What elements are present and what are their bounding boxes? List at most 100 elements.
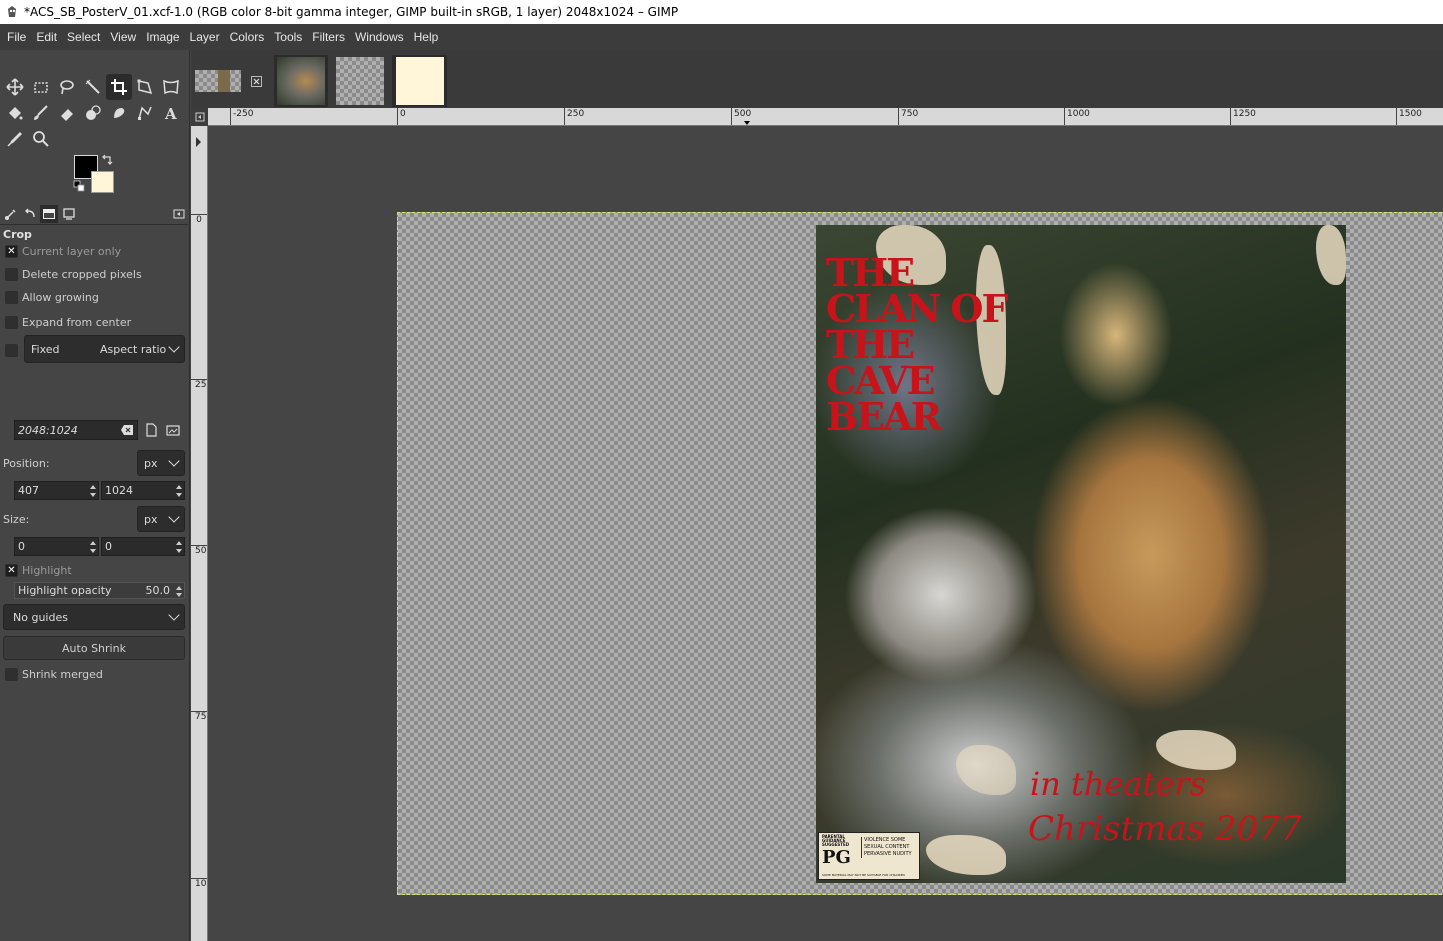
default-colors-icon[interactable] [73, 180, 85, 192]
zoom-tool-icon[interactable] [28, 126, 54, 152]
configure-dock-icon[interactable] [170, 205, 188, 223]
background-color-swatch[interactable] [91, 171, 114, 193]
expand-center-checkbox[interactable] [5, 316, 18, 329]
tool-options-tab-icon[interactable] [2, 205, 20, 223]
spin-arrows-icon[interactable] [88, 539, 97, 555]
current-layer-only-checkbox[interactable]: ✕ [5, 245, 18, 258]
ruler-label: 1250 [1233, 109, 1256, 119]
menu-image[interactable]: Image [141, 30, 184, 44]
position-x-input[interactable]: 407 [14, 481, 99, 500]
title-bar: *ACS_SB_PosterV_01.xcf-1.0 (RGB color 8-… [0, 0, 1443, 24]
position-unit-dropdown[interactable]: px [137, 450, 185, 476]
paths-tool-icon[interactable] [132, 100, 158, 126]
image-tab-artwork[interactable] [274, 55, 328, 107]
spin-arrows-icon[interactable] [174, 584, 183, 598]
paintbrush-tool-icon[interactable] [28, 100, 54, 126]
warp-transform-tool-icon[interactable] [158, 74, 184, 100]
menu-select[interactable]: Select [62, 30, 105, 44]
spin-arrows-icon[interactable] [88, 483, 97, 499]
landscape-icon[interactable] [163, 420, 183, 440]
position-x-value: 407 [18, 484, 39, 497]
clear-input-icon[interactable] [120, 424, 134, 436]
smudge-tool-icon[interactable] [106, 100, 132, 126]
menu-file[interactable]: File [2, 30, 31, 44]
horizontal-ruler[interactable]: -250 0 250 500 750 1000 1250 1500 [208, 108, 1443, 126]
image-thumb [195, 70, 241, 92]
rating-header: PARENTAL GUIDANCE SUGGESTED [822, 834, 850, 847]
color-picker-tool-icon[interactable] [2, 126, 28, 152]
image-tab-poster-canvas[interactable] [194, 55, 242, 107]
size-width-input[interactable]: 0 [14, 537, 99, 556]
position-unit-value: px [144, 456, 158, 470]
highlight-label: Highlight [22, 564, 72, 577]
image-canvas[interactable]: THE CLAN OF THE CAVE BEAR in theaters Ch… [208, 126, 1443, 941]
aspect-ratio-input[interactable]: 2048:1024 [14, 420, 138, 440]
menu-layer[interactable]: Layer [185, 30, 225, 44]
paint-splash [926, 835, 1006, 875]
ruler-tick [1230, 108, 1231, 125]
image-tab-cream[interactable] [392, 55, 447, 107]
undo-history-tab-icon[interactable] [21, 205, 39, 223]
ruler-label: 750 [901, 109, 919, 119]
toolbox-panel: A Crop ✕ Current layer only Delete cropp… [0, 50, 190, 941]
delete-cropped-label: Delete cropped pixels [22, 268, 142, 281]
move-tool-icon[interactable] [2, 74, 28, 100]
image-thumb [336, 57, 384, 105]
image-tab-transparent[interactable] [333, 55, 387, 107]
ruler-label: -250 [233, 109, 254, 119]
menu-view[interactable]: View [105, 30, 141, 44]
lasso-tool-icon[interactable] [54, 74, 80, 100]
tool-options-title: Crop [3, 228, 32, 241]
highlight-opacity-slider[interactable]: Highlight opacity 50.0 [14, 582, 185, 599]
current-layer-only-label: Current layer only [22, 245, 122, 258]
menu-filters[interactable]: Filters [307, 30, 350, 44]
fixed-mode-dropdown[interactable]: Fixed Aspect ratio [24, 335, 185, 363]
highlight-opacity-label: Highlight opacity [18, 584, 112, 597]
ruler-tick [397, 108, 398, 125]
fuzzy-select-tool-icon[interactable] [80, 74, 106, 100]
ruler-corner[interactable] [191, 108, 208, 126]
allow-growing-label: Allow growing [22, 291, 99, 304]
paint-splash [1156, 730, 1236, 770]
ruler-label: 500 [195, 546, 207, 556]
tool-row-1 [2, 74, 184, 100]
menu-edit[interactable]: Edit [31, 30, 62, 44]
delete-cropped-checkbox[interactable] [5, 268, 18, 281]
device-status-tab-icon[interactable] [60, 205, 78, 223]
position-y-input[interactable]: 1024 [101, 481, 185, 500]
eraser-tool-icon[interactable] [54, 100, 80, 126]
size-height-input[interactable]: 0 [101, 537, 185, 556]
spin-arrows-icon[interactable] [174, 539, 183, 555]
crop-tool-icon[interactable] [106, 74, 132, 100]
fixed-ratio-checkbox[interactable] [5, 344, 18, 357]
swap-colors-icon[interactable] [101, 154, 113, 166]
shrink-merged-checkbox[interactable] [5, 668, 18, 681]
highlight-checkbox[interactable]: ✕ [5, 564, 18, 577]
unified-transform-tool-icon[interactable] [132, 74, 158, 100]
pointer-marker [744, 121, 750, 125]
allow-growing-checkbox[interactable] [5, 291, 18, 304]
size-unit-dropdown[interactable]: px [137, 506, 185, 532]
portrait-icon[interactable] [141, 420, 161, 440]
chevron-down-icon [168, 511, 180, 523]
bucket-fill-tool-icon[interactable] [2, 100, 28, 126]
spin-arrows-icon[interactable] [174, 483, 183, 499]
text-tool-icon[interactable]: A [158, 100, 184, 126]
rect-select-tool-icon[interactable] [28, 74, 54, 100]
close-tab-icon[interactable] [249, 55, 263, 107]
menu-colors[interactable]: Colors [225, 30, 270, 44]
poster-title: THE CLAN OF THE CAVE BEAR [826, 250, 1009, 439]
clone-tool-icon[interactable] [80, 100, 106, 126]
menu-tools[interactable]: Tools [269, 30, 307, 44]
auto-shrink-button[interactable]: Auto Shrink [3, 636, 185, 660]
ruler-label: 500 [734, 109, 752, 119]
menu-bar: File Edit Select View Image Layer Colors… [0, 24, 1443, 50]
poster-tagline-2: Christmas 2077 [1028, 809, 1302, 849]
ruler-label: 1500 [1399, 109, 1422, 119]
vertical-ruler[interactable]: 0 250 500 750 1000 [191, 126, 208, 941]
images-tab-icon[interactable] [40, 205, 58, 223]
guides-dropdown[interactable]: No guides [3, 604, 185, 630]
fixed-label: Fixed [31, 342, 60, 356]
menu-help[interactable]: Help [409, 30, 444, 44]
menu-windows[interactable]: Windows [350, 30, 409, 44]
